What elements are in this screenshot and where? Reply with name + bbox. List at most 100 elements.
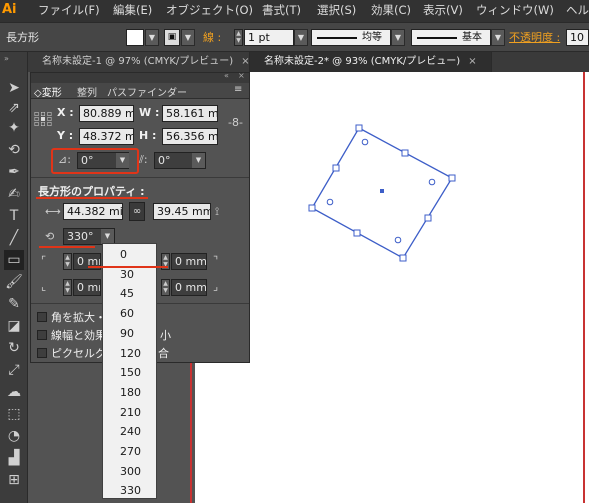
blob-brush-tool-icon[interactable]: ✎ <box>4 294 24 314</box>
artboard-tool-icon[interactable]: ⊞ <box>4 470 24 490</box>
rect-height-field[interactable]: 39.45 mm <box>153 203 211 220</box>
curvature-tool-icon[interactable]: ✍ <box>4 184 24 204</box>
y-field[interactable]: 48.372 mi <box>79 128 134 145</box>
menu-help[interactable]: ヘル <box>566 0 589 22</box>
menu-type[interactable]: 書式(T) <box>262 0 301 22</box>
opacity-label[interactable]: 不透明度 : <box>509 29 560 45</box>
scale-corners-label: 角を拡大・ <box>51 311 106 324</box>
anchor-handle[interactable] <box>399 254 407 262</box>
scale-corners-checkbox[interactable] <box>37 312 47 322</box>
opacity-field[interactable]: 10 <box>566 29 589 46</box>
rect-angle-dropdown-icon[interactable]: ▼ <box>101 229 114 244</box>
panel-close-icon[interactable]: × <box>238 71 245 80</box>
angle-option[interactable]: 45 <box>103 284 156 304</box>
h-field[interactable]: 56.356 mi <box>162 128 218 145</box>
tab-pathfinder[interactable]: パスファインダー <box>107 84 187 99</box>
lasso-tool-icon[interactable]: ⟲ <box>4 140 24 160</box>
fill-swatch[interactable] <box>126 29 144 46</box>
direct-selection-tool-icon[interactable]: ⇗ <box>4 98 24 118</box>
link-dimensions-icon[interactable]: ∞ <box>129 202 145 221</box>
reference-point-icon[interactable]: ▫▫▫ ▫▪▫ ▫▫▫ <box>34 110 52 128</box>
menu-window[interactable]: ウィンドウ(W) <box>476 0 554 22</box>
panel-menu-icon[interactable]: ≡ <box>234 84 242 95</box>
corner-widget[interactable] <box>428 178 436 186</box>
stroke-profile-dropdown-icon[interactable]: ▼ <box>391 29 405 46</box>
angle-option[interactable]: 240 <box>103 422 156 442</box>
anchor-handle[interactable] <box>332 164 340 172</box>
angle-option[interactable]: 60 <box>103 304 156 324</box>
tab-document-2[interactable]: 名称未設定-2* @ 93% (CMYK/プレビュー) × <box>250 52 492 72</box>
stroke-swatch-icon[interactable]: ▣ <box>164 29 180 46</box>
anchor-handle[interactable] <box>401 149 409 157</box>
tab-document-1-close-icon[interactable]: × <box>241 56 249 67</box>
corner-widget[interactable] <box>326 198 334 206</box>
brush-select[interactable]: 基本 <box>411 29 491 46</box>
warp-tool-icon[interactable]: ☁ <box>4 382 24 402</box>
angle-option[interactable]: 120 <box>103 344 156 364</box>
line-tool-icon[interactable]: ╱ <box>4 228 24 248</box>
corner-tl-stepper-icon[interactable]: ▲ ▼ <box>63 253 72 270</box>
panel-collapse-icon[interactable]: « <box>224 71 229 80</box>
free-transform-tool-icon[interactable]: ⬚ <box>4 404 24 424</box>
fill-dropdown-icon[interactable]: ▼ <box>145 29 159 46</box>
menu-view[interactable]: 表示(V) <box>423 0 463 22</box>
corner-widget[interactable] <box>361 138 369 146</box>
angle-option[interactable]: 0 <box>103 245 156 265</box>
anchor-handle[interactable] <box>448 174 456 182</box>
scale-tool-icon[interactable]: ⤢ <box>4 360 24 380</box>
w-field[interactable]: 58.161 mi <box>162 105 218 122</box>
anchor-handle[interactable] <box>355 124 363 132</box>
anchor-handle[interactable] <box>424 214 432 222</box>
menu-object[interactable]: オブジェクト(O) <box>166 0 253 22</box>
menu-effect[interactable]: 効果(C) <box>371 0 411 22</box>
paintbrush-tool-icon[interactable]: 🖌 <box>4 272 24 292</box>
angle-option[interactable]: 270 <box>103 442 156 462</box>
constrain-proportions-icon[interactable]: -8- <box>228 116 243 129</box>
corner-tr-field[interactable]: 0 mm <box>171 253 207 270</box>
angle-option[interactable]: 300 <box>103 462 156 482</box>
anchor-handle[interactable] <box>308 204 316 212</box>
menu-file[interactable]: ファイル(F) <box>38 0 100 22</box>
rectangle-tool-icon[interactable]: ▭ <box>4 250 24 270</box>
shape-builder-tool-icon[interactable]: ◔ <box>4 426 24 446</box>
toolbar-collapse-icon[interactable]: » <box>4 54 9 63</box>
selected-rectangle[interactable] <box>300 120 460 265</box>
tab-document-2-close-icon[interactable]: × <box>468 56 476 67</box>
corner-widget[interactable] <box>394 236 402 244</box>
eraser-tool-icon[interactable]: ◪ <box>4 316 24 336</box>
anchor-handle[interactable] <box>353 229 361 237</box>
rect-width-field[interactable]: 44.382 mi <box>63 203 123 220</box>
shear-dropdown-icon[interactable]: ▼ <box>192 153 205 168</box>
brush-dropdown-icon[interactable]: ▼ <box>491 29 505 46</box>
stroke-profile-select[interactable]: 均等 <box>311 29 391 46</box>
type-tool-icon[interactable]: T <box>4 206 24 226</box>
tab-document-1[interactable]: 名称未設定-1 @ 97% (CMYK/プレビュー) × <box>28 52 250 72</box>
graph-tool-icon[interactable]: ▟ <box>4 448 24 468</box>
magic-wand-tool-icon[interactable]: ✦ <box>4 118 24 138</box>
tab-align[interactable]: 整列 <box>77 84 97 99</box>
angle-option[interactable]: 90 <box>103 324 156 344</box>
rotate-tool-icon[interactable]: ↻ <box>4 338 24 358</box>
brush-text: 基本 <box>462 32 482 43</box>
tab-transform[interactable]: ◇変形 <box>34 84 62 99</box>
align-pixel-grid-checkbox[interactable] <box>37 348 47 358</box>
stroke-stepper-icon[interactable]: ▲ ▼ <box>234 29 243 46</box>
pen-tool-icon[interactable]: ✒ <box>4 162 24 182</box>
menu-select[interactable]: 選択(S) <box>317 0 356 22</box>
rotate-dropdown-icon[interactable]: ▼ <box>116 153 129 168</box>
angle-option[interactable]: 210 <box>103 403 156 423</box>
stroke-dropdown-icon[interactable]: ▼ <box>181 29 195 46</box>
corner-bl-stepper-icon[interactable]: ▲ ▼ <box>63 279 72 296</box>
corner-br-stepper-icon[interactable]: ▲ ▼ <box>161 279 170 296</box>
angle-option[interactable]: 330 <box>103 481 156 501</box>
angle-option[interactable]: 180 <box>103 383 156 403</box>
menu-edit[interactable]: 編集(E) <box>113 0 152 22</box>
scale-strokes-checkbox[interactable] <box>37 330 47 340</box>
x-field[interactable]: 80.889 mi <box>79 105 134 122</box>
corner-br-field[interactable]: 0 mm <box>171 279 207 296</box>
stroke-weight-field[interactable]: 1 pt <box>244 29 294 46</box>
selection-tool-icon[interactable]: ➤ <box>4 78 24 98</box>
stroke-weight-dropdown-icon[interactable]: ▼ <box>294 29 308 46</box>
angle-option[interactable]: 150 <box>103 363 156 383</box>
corner-bl-field[interactable]: 0 mm <box>73 279 101 296</box>
